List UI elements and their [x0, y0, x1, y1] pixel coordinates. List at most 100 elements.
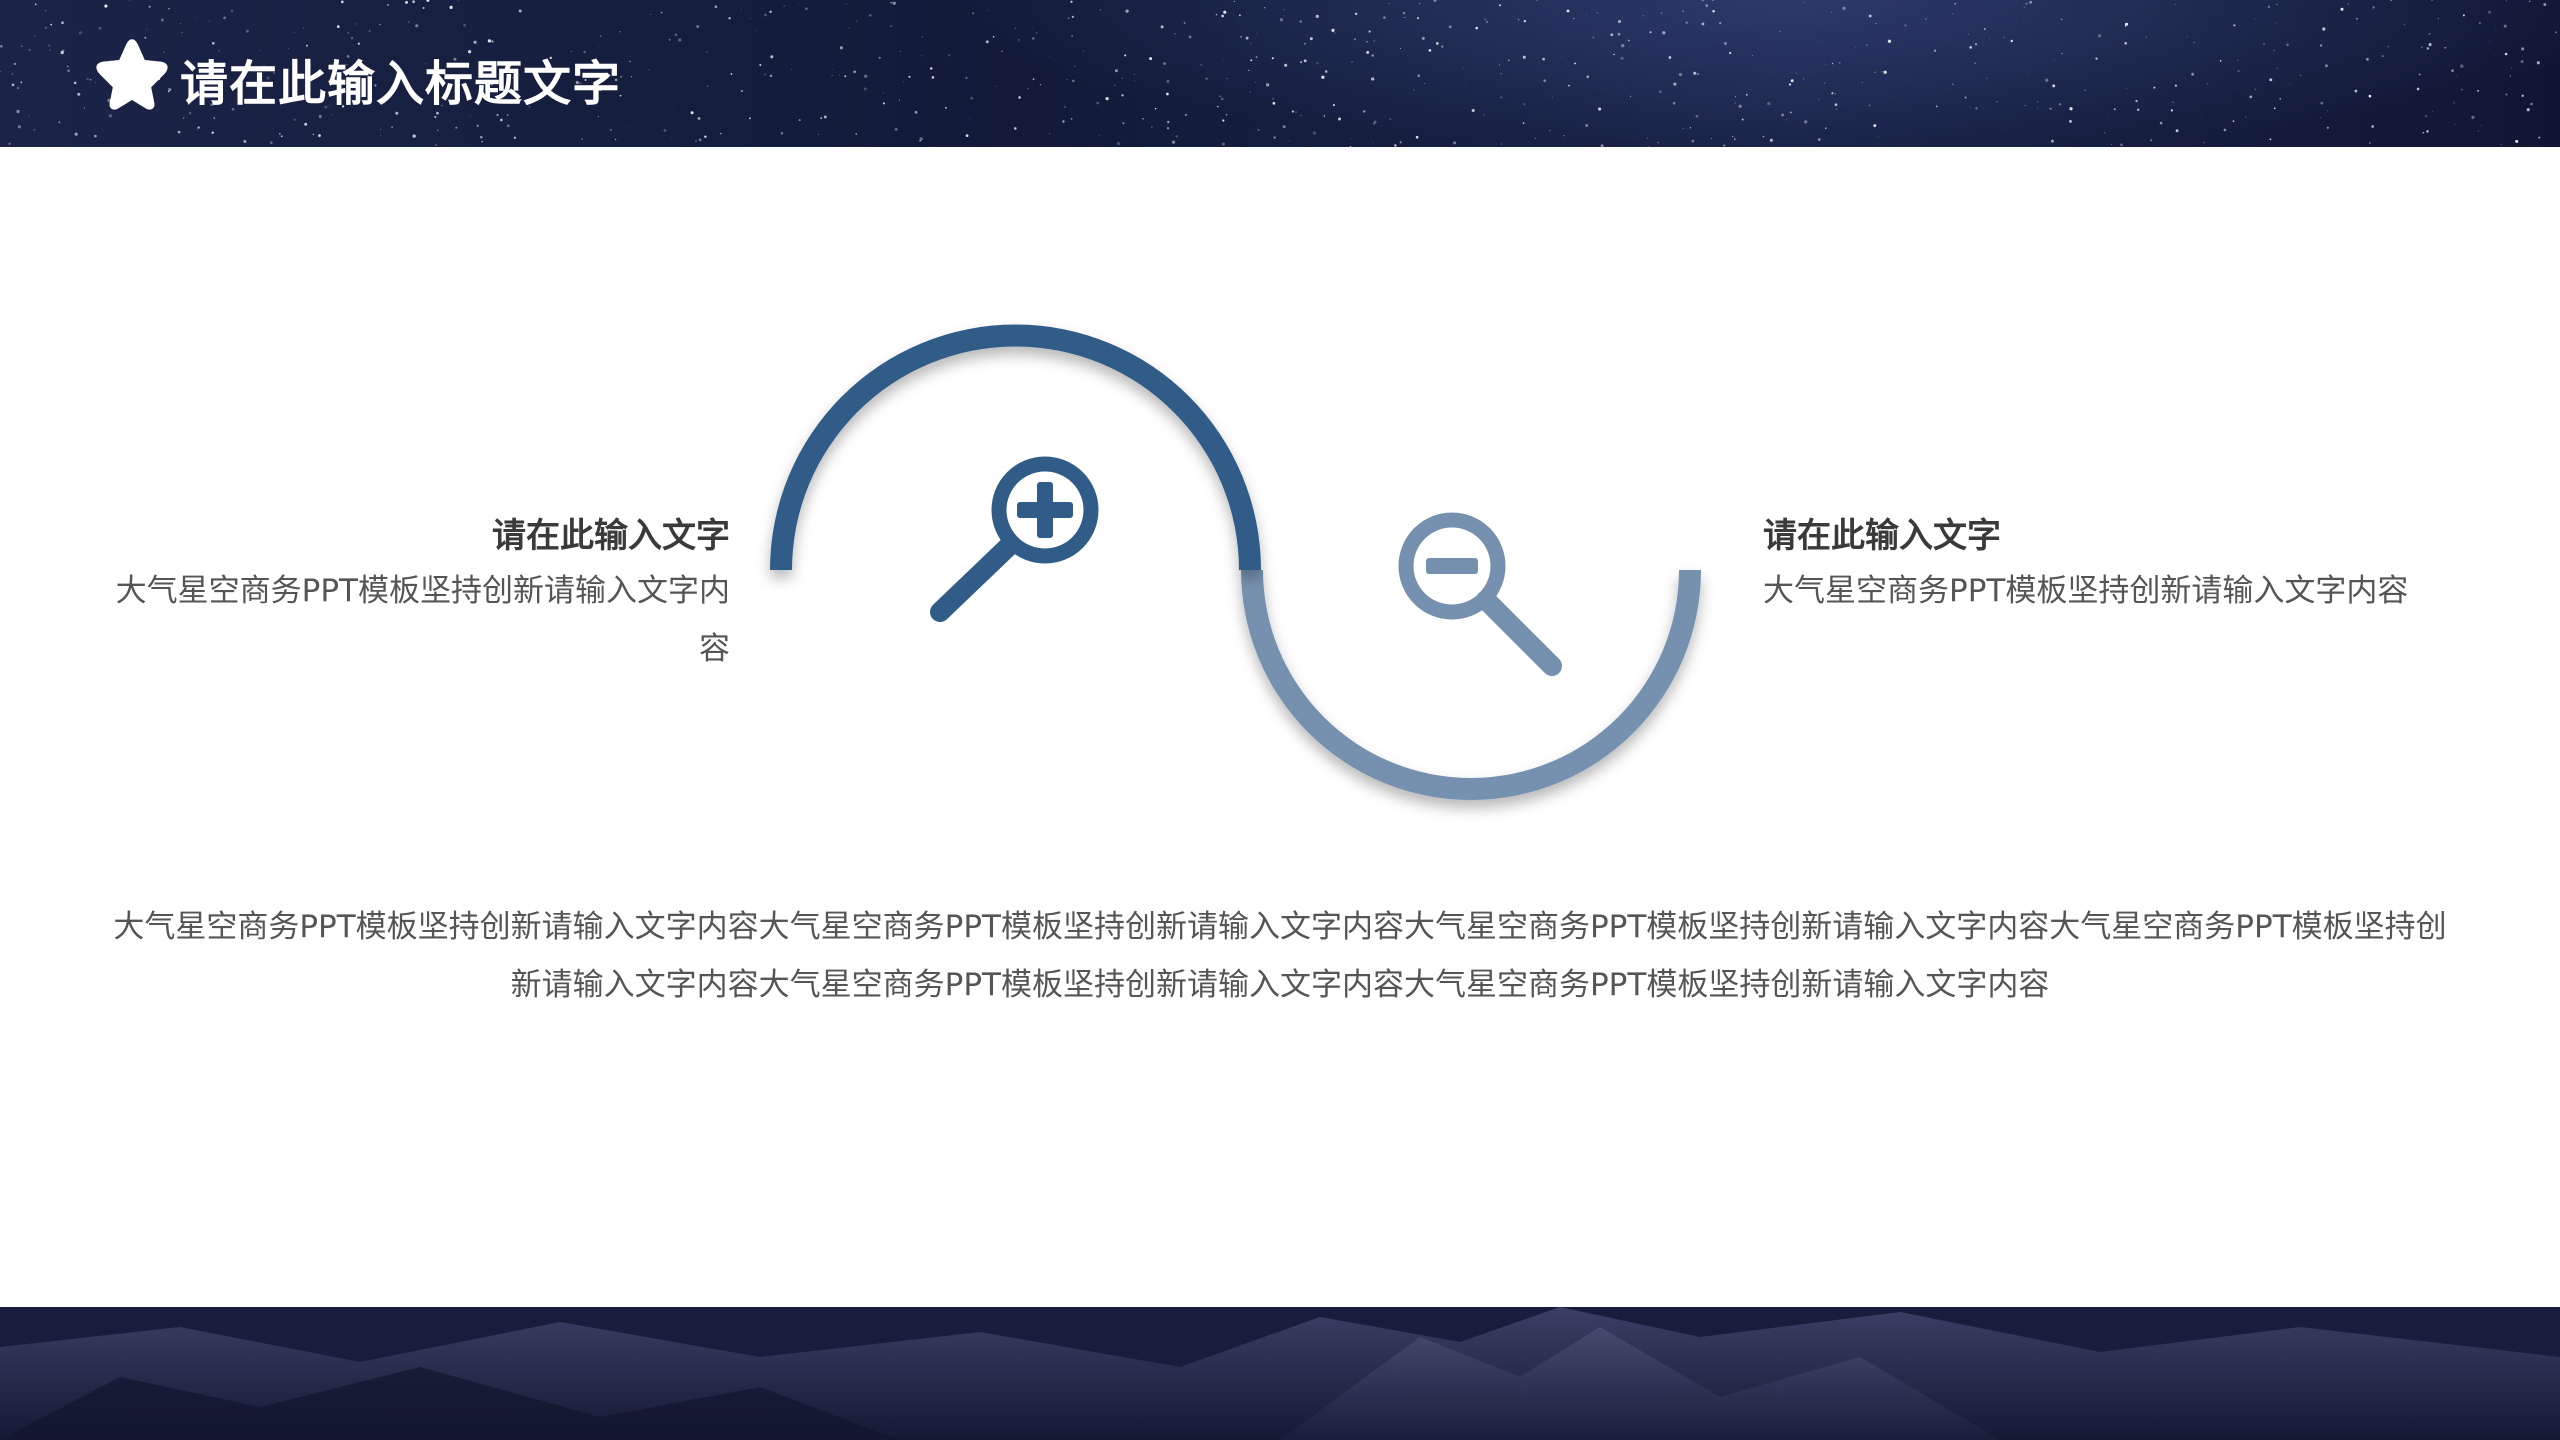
star-dot	[1734, 96, 1737, 98]
star-dot	[1883, 70, 1887, 74]
star-dot	[2390, 0, 2393, 2]
star-dot	[1732, 136, 1734, 138]
star-dot	[1839, 62, 1841, 64]
star-dot	[2245, 116, 2247, 118]
star-dot	[1668, 56, 1672, 59]
star-dot	[491, 40, 494, 43]
header-band: 请在此输入标题文字	[0, 0, 2560, 147]
star-dot	[1933, 49, 1937, 52]
star-dot	[1371, 77, 1375, 81]
star-dot	[379, 23, 381, 26]
star-dot	[690, 111, 694, 115]
star-dot	[921, 55, 922, 57]
star-dot	[1256, 33, 1257, 34]
star-dot	[2233, 24, 2236, 27]
star-dot	[2273, 107, 2276, 110]
star-dot	[609, 129, 612, 131]
zoom-out-icon	[1398, 512, 1562, 676]
star-dot	[2426, 47, 2430, 50]
star-dot	[28, 48, 32, 52]
star-dot	[1368, 30, 1371, 33]
star-dot	[1689, 127, 1692, 129]
star-dot	[2269, 138, 2272, 141]
star-dot	[2136, 108, 2140, 112]
star-dot	[1018, 96, 1021, 99]
star-dot	[2320, 101, 2324, 105]
star-dot	[663, 129, 667, 132]
star-dot	[1217, 105, 1219, 108]
star-dot	[1463, 67, 1465, 69]
star-dot	[1272, 98, 1274, 100]
star-dot	[919, 137, 923, 141]
star-dot	[1273, 136, 1276, 139]
star-dot	[2052, 84, 2056, 88]
star-dot	[1032, 27, 1034, 29]
star-dot	[2269, 78, 2273, 82]
star-dot	[1373, 123, 1375, 125]
star-dot	[625, 126, 627, 128]
star-dot	[864, 74, 868, 78]
star-dot	[1070, 0, 1073, 3]
star-dot	[1855, 46, 1857, 48]
star-dot	[45, 10, 47, 12]
star-dot	[2368, 94, 2372, 98]
star-dot	[1824, 82, 1826, 84]
star-dot	[1219, 95, 1222, 98]
star-dot	[1074, 65, 1076, 68]
star-dot	[1724, 42, 1727, 45]
star-dot	[1568, 84, 1570, 87]
star-dot	[831, 75, 833, 77]
star-dot	[2515, 139, 2519, 143]
star-dot	[1166, 79, 1170, 83]
star-dot	[1433, 0, 1437, 2]
star-dot	[336, 25, 340, 28]
star-dot	[67, 65, 69, 68]
star-dot	[481, 140, 483, 143]
star-dot	[1017, 38, 1021, 41]
star-dot	[2191, 72, 2195, 76]
star-dot	[1373, 120, 1377, 124]
star-dot	[49, 49, 51, 51]
star-dot	[1779, 30, 1781, 32]
star-dot	[908, 75, 911, 78]
star-dot	[1831, 11, 1833, 13]
star-dot	[422, 7, 425, 9]
star-dot	[2455, 75, 2457, 76]
star-dot	[614, 138, 617, 141]
star-dot	[2504, 52, 2508, 56]
star-dot	[902, 81, 904, 83]
star-dot	[2365, 57, 2369, 61]
star-dot	[2324, 64, 2328, 68]
star-dot	[823, 115, 827, 119]
star-dot	[1223, 60, 1225, 62]
star-dot	[1389, 117, 1392, 120]
star-dot	[730, 73, 733, 75]
star-dot	[1372, 142, 1374, 144]
star-dot	[1678, 73, 1682, 77]
star-dot	[1068, 17, 1070, 19]
star-dot	[146, 28, 148, 31]
star-dot	[892, 1, 896, 5]
star-dot	[67, 69, 71, 73]
star-dot	[1523, 102, 1526, 106]
star-dot	[2347, 3, 2350, 5]
star-dot	[1734, 138, 1736, 140]
star-dot	[2023, 6, 2026, 9]
star-dot	[458, 0, 459, 1]
star-dot	[756, 29, 757, 31]
star-dot	[1362, 110, 1366, 113]
star-dot	[412, 134, 416, 138]
star-dot	[1295, 111, 1297, 113]
star-dot	[2505, 0, 2507, 2]
star-dot	[1534, 137, 1536, 139]
star-dot	[1116, 141, 1121, 146]
star-dot	[1796, 72, 1798, 74]
star-dot	[1366, 50, 1370, 54]
star-dot	[1831, 92, 1834, 95]
star-dot	[2538, 136, 2541, 139]
star-dot	[1265, 83, 1270, 87]
star-dot	[350, 36, 354, 40]
star-dot	[1549, 130, 1551, 132]
star-dot	[749, 17, 751, 19]
star-dot	[1349, 145, 1352, 147]
